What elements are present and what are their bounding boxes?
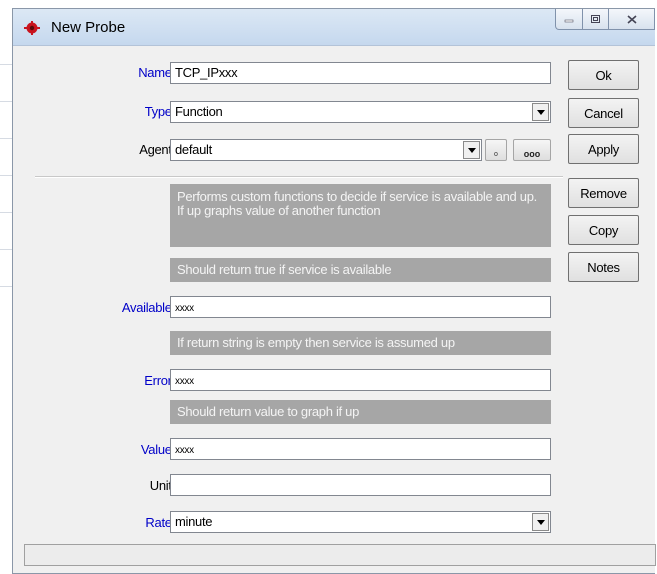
new-probe-dialog: New Probe Name: TCP_IPxxx Type: Function… bbox=[12, 8, 656, 574]
agent-dropdown-arrow[interactable] bbox=[463, 141, 480, 159]
rate-dropdown-arrow[interactable] bbox=[532, 513, 549, 531]
title-bar[interactable]: New Probe bbox=[13, 9, 655, 46]
agent-small-button[interactable]: o bbox=[485, 139, 507, 161]
value-input[interactable]: xxxx bbox=[170, 438, 551, 460]
type-label: Type: bbox=[144, 104, 176, 119]
window-controls bbox=[555, 9, 655, 31]
background-line bbox=[0, 286, 12, 287]
window-title: New Probe bbox=[51, 19, 126, 36]
available-label: Available: bbox=[121, 300, 175, 315]
type-dropdown-arrow[interactable] bbox=[532, 103, 549, 121]
value-input-value: xxxx bbox=[175, 445, 194, 456]
minimize-button[interactable] bbox=[555, 9, 583, 30]
agent-browse-button[interactable]: ooo bbox=[513, 139, 551, 161]
available-input[interactable]: xxxx bbox=[170, 296, 551, 318]
name-input[interactable]: TCP_IPxxx bbox=[170, 62, 551, 84]
minimize-icon bbox=[564, 19, 574, 23]
status-bar bbox=[24, 544, 656, 566]
close-button[interactable] bbox=[608, 9, 655, 30]
ok-button[interactable]: Ok bbox=[568, 60, 639, 90]
agent-select-value: default bbox=[175, 142, 212, 157]
maximize-button[interactable] bbox=[582, 9, 609, 30]
rate-select-value: minute bbox=[175, 514, 213, 529]
apply-button[interactable]: Apply bbox=[568, 134, 639, 164]
cancel-button[interactable]: Cancel bbox=[568, 98, 639, 128]
error-input[interactable]: xxxx bbox=[170, 369, 551, 391]
agent-label: Agent: bbox=[139, 142, 175, 157]
agent-select[interactable]: default bbox=[170, 139, 482, 161]
name-label: Name: bbox=[138, 65, 175, 80]
agent-browse-button-label: ooo bbox=[523, 149, 541, 159]
section-divider bbox=[35, 176, 563, 178]
error-input-value: xxxx bbox=[175, 376, 194, 387]
copy-button[interactable]: Copy bbox=[568, 215, 639, 245]
agent-small-button-label: o bbox=[494, 151, 498, 158]
background-line bbox=[0, 212, 12, 213]
maximize-icon bbox=[591, 15, 600, 23]
red-gear-icon bbox=[24, 21, 40, 35]
available-input-value: xxxx bbox=[175, 303, 194, 314]
error-label: Error: bbox=[144, 373, 175, 388]
function-description: Performs custom functions to decide if s… bbox=[170, 184, 551, 247]
remove-button[interactable]: Remove bbox=[568, 178, 639, 208]
chevron-down-icon bbox=[536, 109, 545, 115]
notes-button[interactable]: Notes bbox=[568, 252, 639, 282]
rate-label: Rate: bbox=[145, 515, 175, 530]
close-icon bbox=[626, 14, 637, 24]
background-line bbox=[0, 249, 12, 250]
chevron-down-icon bbox=[536, 519, 545, 525]
chevron-down-icon bbox=[467, 147, 476, 153]
background-line bbox=[0, 64, 12, 65]
type-select[interactable]: Function bbox=[170, 101, 551, 123]
unit-input[interactable] bbox=[170, 474, 551, 496]
available-description: Should return true if service is availab… bbox=[170, 258, 551, 282]
value-description: Should return value to graph if up bbox=[170, 400, 551, 424]
rate-select[interactable]: minute bbox=[170, 511, 551, 533]
error-description: If return string is empty then service i… bbox=[170, 331, 551, 355]
background-line bbox=[0, 101, 12, 102]
value-label: Value: bbox=[140, 442, 175, 457]
type-select-value: Function bbox=[175, 104, 223, 119]
unit-label: Unit: bbox=[149, 478, 176, 493]
background-line bbox=[0, 138, 12, 139]
background-line bbox=[0, 175, 12, 176]
